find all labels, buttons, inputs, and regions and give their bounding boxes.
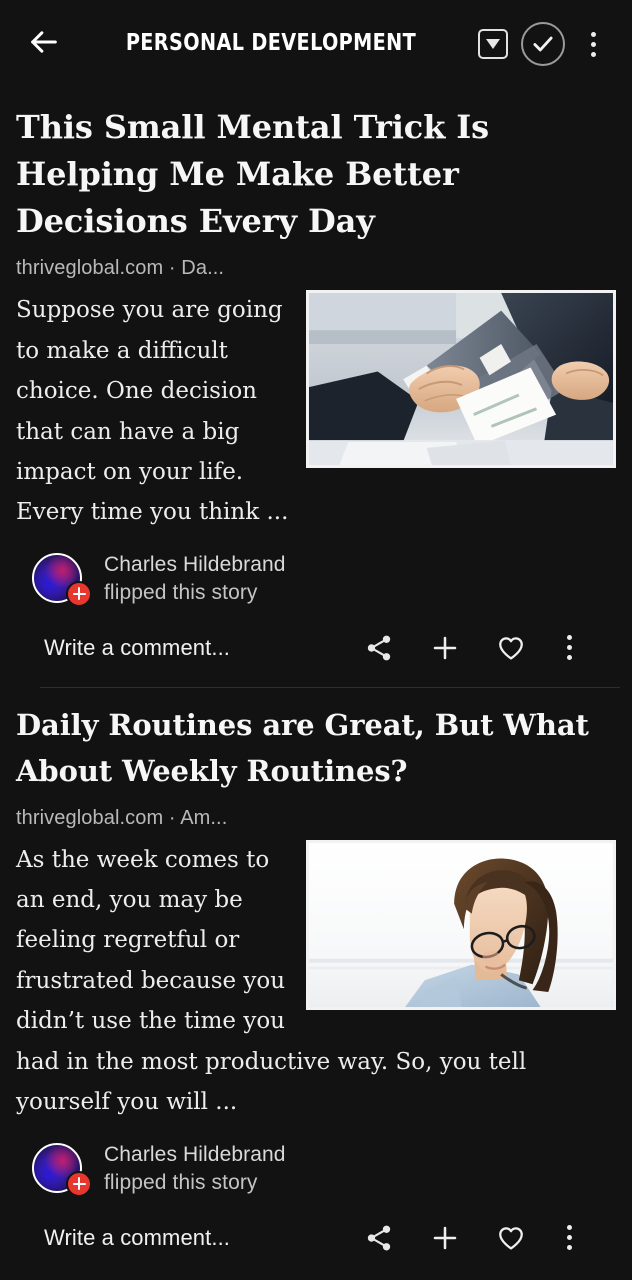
header-overflow-menu-button[interactable] xyxy=(570,16,616,72)
share-button[interactable] xyxy=(346,617,412,679)
heart-icon xyxy=(499,637,523,660)
attribution-text: Charles Hildebrand flipped this story xyxy=(104,551,286,607)
article-overflow-menu-button[interactable] xyxy=(544,617,594,679)
article-attribution[interactable]: Charles Hildebrand flipped this story xyxy=(16,551,616,607)
attribution-action: flipped this story xyxy=(104,1170,258,1194)
follow-check-button[interactable] xyxy=(516,16,570,72)
overflow-menu-icon xyxy=(566,1225,572,1251)
share-icon xyxy=(367,1225,391,1251)
article-action-bar: Write a comment... xyxy=(16,617,616,679)
add-to-magazine-button[interactable] xyxy=(412,1207,478,1269)
heart-icon xyxy=(499,1226,523,1250)
like-button[interactable] xyxy=(478,617,544,679)
article-action-bar: Write a comment... xyxy=(16,1207,616,1269)
comment-input[interactable]: Write a comment... xyxy=(44,1225,346,1251)
check-circle-icon xyxy=(521,22,565,66)
add-plus-badge[interactable] xyxy=(66,580,92,607)
article-card[interactable]: Daily Routines are Great, But What About… xyxy=(0,688,632,1269)
plus-icon xyxy=(433,1226,457,1249)
share-icon xyxy=(367,635,391,661)
app-header: PERSONAL DEVELOPMENT xyxy=(0,0,632,88)
attribution-text: Charles Hildebrand flipped this story xyxy=(104,1141,286,1197)
magazine-dropdown-button[interactable] xyxy=(470,16,516,72)
article-body: As the week comes to an end, you may be … xyxy=(16,839,616,1123)
article-headline[interactable]: This Small Mental Trick Is Helping Me Ma… xyxy=(16,88,616,245)
avatar[interactable] xyxy=(32,1142,92,1197)
plus-icon xyxy=(433,636,457,660)
add-to-magazine-button[interactable] xyxy=(412,617,478,679)
article-attribution[interactable]: Charles Hildebrand flipped this story xyxy=(16,1141,616,1197)
article-overflow-menu-button[interactable] xyxy=(544,1207,594,1269)
add-plus-badge[interactable] xyxy=(66,1170,92,1197)
page-title: PERSONAL DEVELOPMENT xyxy=(125,30,417,57)
article-card[interactable]: This Small Mental Trick Is Helping Me Ma… xyxy=(0,88,632,679)
attribution-name[interactable]: Charles Hildebrand xyxy=(104,1141,286,1169)
attribution-name[interactable]: Charles Hildebrand xyxy=(104,551,286,579)
woman-with-glasses-looking-down-photo xyxy=(309,842,613,1007)
article-headline[interactable]: Daily Routines are Great, But What About… xyxy=(16,688,616,795)
article-thumbnail[interactable] xyxy=(306,839,616,1010)
article-source: thriveglobal.com · Da... xyxy=(16,257,225,280)
avatar[interactable] xyxy=(32,552,92,607)
back-arrow-icon xyxy=(27,25,61,64)
article-thumbnail[interactable] xyxy=(306,290,616,469)
dropdown-box-icon xyxy=(478,29,508,59)
overflow-menu-icon xyxy=(590,31,596,57)
attribution-action: flipped this story xyxy=(104,580,258,604)
back-button[interactable] xyxy=(16,16,72,72)
business-handshake-photo xyxy=(309,293,613,466)
app-screen: PERSONAL DEVELOPMENT This Small Mental T… xyxy=(0,0,632,1280)
like-button[interactable] xyxy=(478,1207,544,1269)
comment-input[interactable]: Write a comment... xyxy=(44,635,346,661)
share-button[interactable] xyxy=(346,1207,412,1269)
overflow-menu-icon xyxy=(566,635,572,661)
article-source: thriveglobal.com · Am... xyxy=(16,806,228,829)
article-body: Suppose you are going to make a difficul… xyxy=(16,290,616,533)
